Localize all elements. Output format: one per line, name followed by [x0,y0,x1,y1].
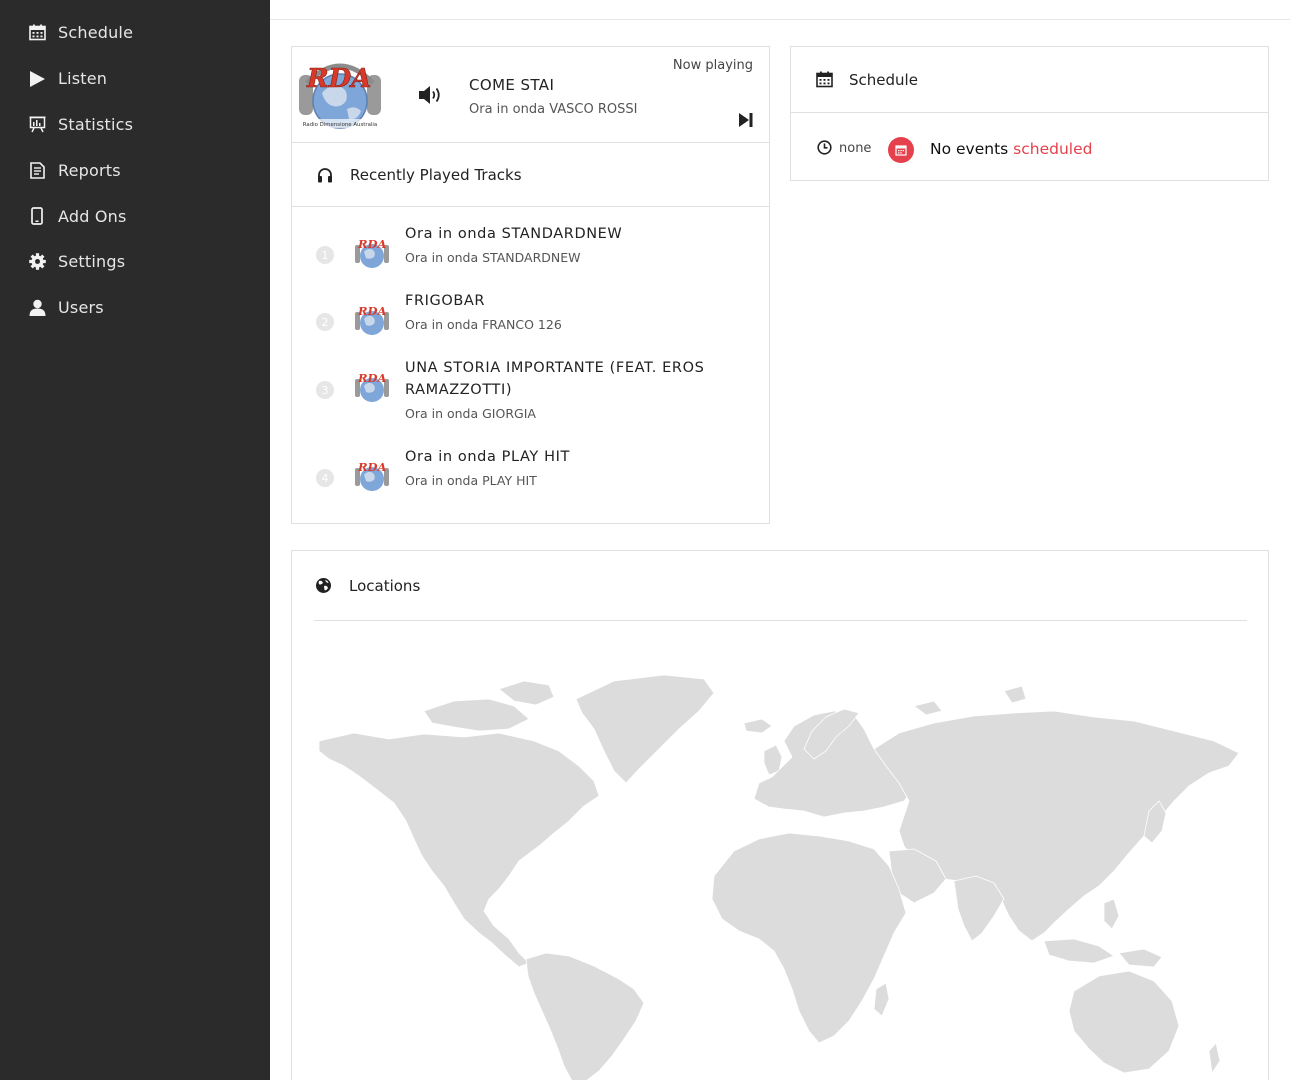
document-icon [28,161,46,179]
track-text: Ora in onda STANDARDNEW Ora in onda STAN… [405,223,622,267]
now-playing-panel: RDA Radio Dimensione Australia COME STAI… [292,47,769,143]
locations-card: Locations [291,550,1269,1080]
volume-icon[interactable] [418,85,442,105]
map-region-greenland [575,674,715,784]
track-number: 3 [316,381,334,399]
map-region-arctic-islands [423,698,530,732]
track-subtitle: Ora in onda STANDARDNEW [405,250,581,265]
station-logo: RDA Radio Dimensione Australia [297,63,383,129]
track-thumbnail: RDA [355,304,389,335]
track-text: UNA STORIA IMPORTANTE (FEAT. EROS RAMAZZ… [405,357,749,423]
track-number: 2 [316,313,334,331]
list-item[interactable]: 4 RDA Ora in onda PLAY HIT Ora in onda P… [292,446,769,513]
track-number: 4 [316,469,334,487]
schedule-time: none [839,141,872,156]
world-map[interactable] [314,671,1250,1080]
sidebar-item-statistics[interactable]: Statistics [0,102,270,148]
map-region-indonesia [1043,938,1115,964]
track-title: FRIGOBAR [405,293,486,309]
map-region-philippines [1103,898,1120,930]
track-subtitle: Ora in onda FRANCO 126 [405,317,562,332]
sidebar-item-label: Users [58,298,104,318]
sidebar-nav: Schedule Listen Statistics Reports Add O… [0,0,270,331]
map-region-north-america [318,732,600,968]
globe-icon [314,577,332,595]
track-number: 1 [316,246,334,264]
track-text: Ora in onda PLAY HIT Ora in onda PLAY HI… [405,446,570,490]
headphones-icon [316,166,334,184]
schedule-card: Schedule none No events scheduled [790,46,1269,181]
track-subtitle: Ora in onda GIORGIA [405,406,536,421]
sidebar-item-add-ons[interactable]: Add Ons [0,193,270,239]
list-item[interactable]: 3 RDA UNA STORIA IMPORTANTE (FEAT. EROS … [292,357,769,446]
calendar-icon [28,24,46,42]
thumb-letters: RDA [357,304,387,318]
map-region-madagascar [873,982,890,1017]
sidebar-item-settings[interactable]: Settings [0,239,270,285]
mobile-phone-icon [28,207,46,225]
sidebar-item-label: Schedule [58,23,134,43]
sidebar-item-label: Listen [58,69,108,89]
now-playing-title: COME STAI [469,76,555,94]
schedule-header: Schedule [791,47,1268,113]
map-region-new-zealand [1208,1042,1221,1074]
track-thumbnail: RDA [355,237,389,268]
thumb-letters: RDA [357,237,387,251]
recent-tracks-title: Recently Played Tracks [350,165,522,184]
schedule-body: none No events scheduled [791,113,1268,181]
map-region-new-guinea [1118,948,1163,968]
map-region-russian-islands-2 [913,700,943,716]
player-card: RDA Radio Dimensione Australia COME STAI… [291,46,770,524]
recent-tracks-header: Recently Played Tracks [292,143,769,207]
no-events-accent: scheduled [1013,140,1093,158]
play-icon [28,70,46,88]
thumb-letters: RDA [357,460,387,474]
map-region-iceland [743,718,773,734]
map-region-south-america [525,952,645,1080]
track-title: UNA STORIA IMPORTANTE (FEAT. EROS RAMAZZ… [405,360,705,398]
track-text: FRIGOBAR Ora in onda FRANCO 126 [405,290,562,334]
track-thumbnail: RDA [355,460,389,491]
sidebar-item-label: Reports [58,160,121,180]
station-logo-letters: RDA [306,64,371,94]
skip-next-icon[interactable] [739,113,753,127]
sidebar-item-label: Add Ons [58,206,127,226]
locations-title: Locations [349,576,421,595]
sidebar-item-schedule[interactable]: Schedule [0,10,270,56]
now-playing-artist: Ora in onda VASCO ROSSI [469,102,638,117]
sidebar: Schedule Listen Statistics Reports Add O… [0,0,270,1080]
clock-icon [817,140,832,155]
map-region-asia [873,710,1240,942]
calendar-icon [815,71,833,89]
recent-tracks-list: 1 RDA Ora in onda STANDARDNEW Ora in ond… [292,207,769,513]
station-logo-caption: Radio Dimensione Australia [303,122,377,128]
map-region-russian-islands [1003,685,1027,704]
sidebar-item-label: Statistics [58,114,134,134]
gear-icon [28,253,46,271]
map-region-australia [1068,970,1180,1074]
sidebar-item-users[interactable]: Users [0,285,270,331]
track-thumbnail: RDA [355,371,389,402]
thumb-letters: RDA [357,371,387,385]
map-region-arctic-islands-2 [498,680,555,706]
sidebar-item-reports[interactable]: Reports [0,147,270,193]
list-item[interactable]: 1 RDA Ora in onda STANDARDNEW Ora in ond… [292,223,769,290]
top-bar [270,0,1290,20]
schedule-title: Schedule [849,70,918,89]
no-events-text: No events [930,140,1014,158]
no-events-message: No events scheduled [930,140,1092,158]
list-item[interactable]: 2 RDA FRIGOBAR Ora in onda FRANCO 126 [292,290,769,357]
locations-header: Locations [314,551,1247,621]
sidebar-item-listen[interactable]: Listen [0,56,270,102]
user-icon [28,299,46,317]
track-subtitle: Ora in onda PLAY HIT [405,473,537,488]
track-title: Ora in onda STANDARDNEW [405,226,623,242]
presentation-chart-icon [28,115,46,133]
track-title: Ora in onda PLAY HIT [405,449,570,465]
now-playing-status: Now playing [672,58,753,73]
calendar-badge-icon [888,137,914,163]
sidebar-item-label: Settings [58,252,126,272]
